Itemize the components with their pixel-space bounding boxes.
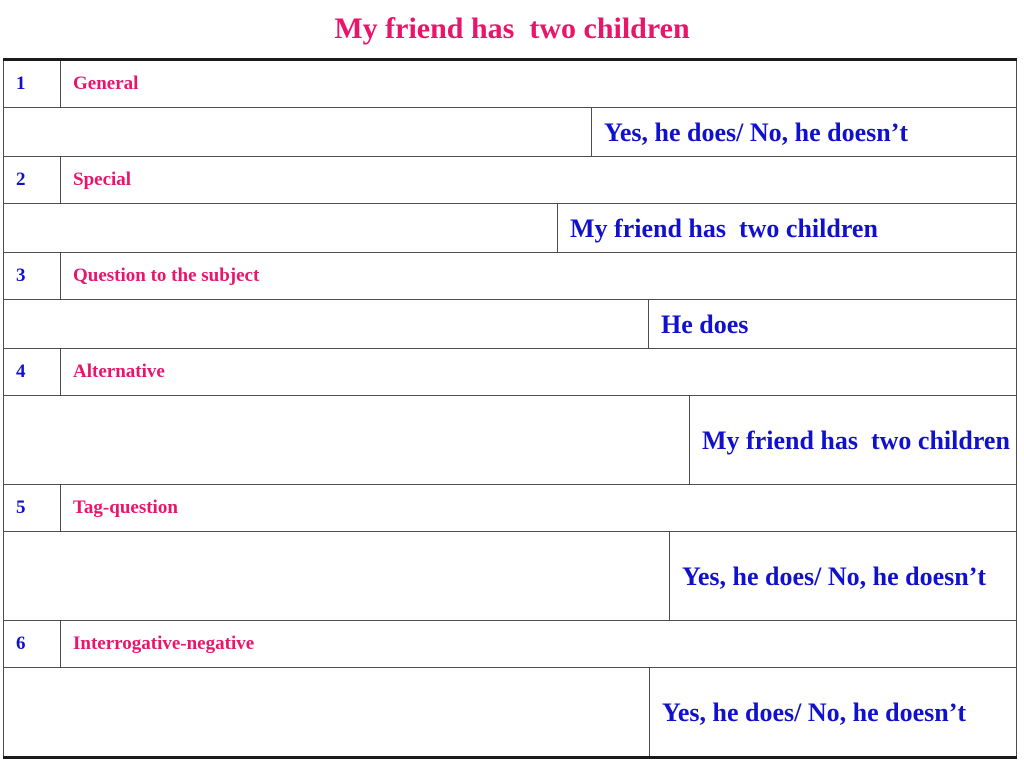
row-number: 1 <box>3 58 61 108</box>
answer-text: My friend has two children <box>689 396 1016 484</box>
answer-spacer-cell <box>4 396 690 484</box>
answer-text: Yes, he does/ No, he doesn’t <box>669 532 1016 620</box>
table-row: 1 General <box>3 58 1017 108</box>
answer-spacer-cell <box>4 532 670 620</box>
row-label: Alternative <box>60 348 1017 396</box>
row-label: General <box>60 58 1017 108</box>
answer-spacer-cell <box>4 108 592 156</box>
table-row: 2 Special <box>3 156 1017 204</box>
answer-spacer-cell <box>4 668 650 756</box>
row-number: 4 <box>3 348 61 396</box>
row-label: Interrogative-negative <box>60 620 1017 668</box>
table-row: Yes, he does/ No, he doesn’t <box>3 107 1017 157</box>
table-row: 4 Alternative <box>3 348 1017 396</box>
table-row: My friend has two children <box>3 203 1017 253</box>
answer-spacer-cell <box>4 300 649 348</box>
row-label: Special <box>60 156 1017 204</box>
slide-root: My friend has two children 1 General Yes… <box>0 0 1024 768</box>
table-row: 5 Tag-question <box>3 484 1017 532</box>
page-title: My friend has two children <box>334 12 690 45</box>
table-row: 6 Interrogative-negative <box>3 620 1017 668</box>
question-types-table: 1 General Yes, he does/ No, he doesn’t 2… <box>3 58 1017 759</box>
table-row: My friend has two children <box>3 395 1017 485</box>
answer-text: He does <box>648 300 1016 348</box>
table-row: He does <box>3 299 1017 349</box>
answer-text: Yes, he does/ No, he doesn’t <box>649 668 1016 756</box>
row-label: Question to the subject <box>60 252 1017 300</box>
row-number: 3 <box>3 252 61 300</box>
row-label: Tag-question <box>60 484 1017 532</box>
row-number: 5 <box>3 484 61 532</box>
answer-text: Yes, he does/ No, he doesn’t <box>591 108 1016 156</box>
table-row: Yes, he does/ No, he doesn’t <box>3 667 1017 759</box>
row-number: 6 <box>3 620 61 668</box>
answer-spacer-cell <box>4 204 558 252</box>
row-number: 2 <box>3 156 61 204</box>
table-row: Yes, he does/ No, he doesn’t <box>3 531 1017 621</box>
table-row: 3 Question to the subject <box>3 252 1017 300</box>
answer-text: My friend has two children <box>557 204 1016 252</box>
